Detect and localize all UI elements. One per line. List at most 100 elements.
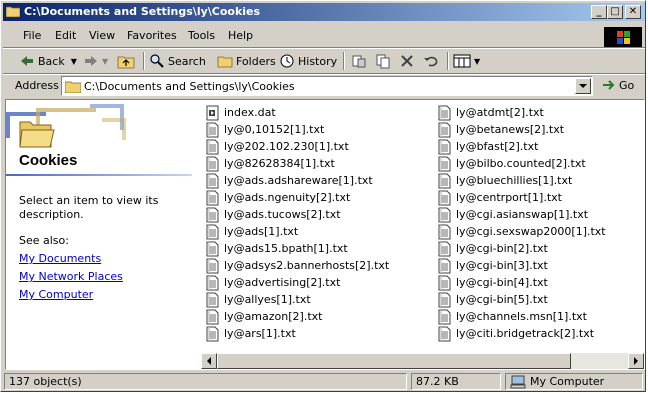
file-item[interactable]: ly@bilbo.counted[2].txt — [438, 155, 586, 172]
menu-file[interactable]: File — [23, 29, 41, 42]
file-item[interactable]: ly@citi.bridgetrack[2].txt — [438, 325, 594, 342]
file-item[interactable]: ly@channels.msn[1].txt — [438, 308, 587, 325]
file-item[interactable]: ly@cgi-bin[2].txt — [438, 240, 548, 257]
menu-edit[interactable]: Edit — [55, 29, 76, 42]
file-name: ly@ads.ngenuity[2].txt — [224, 191, 351, 204]
text-file-icon — [438, 105, 451, 120]
move-to-icon — [352, 55, 366, 68]
file-item[interactable]: ly@betanews[2].txt — [438, 121, 564, 138]
file-name: ly@citi.bridgetrack[2].txt — [456, 327, 595, 340]
file-item[interactable]: ly@82628384[1].txt — [206, 155, 335, 172]
file-item[interactable]: ly@amazon[2].txt — [206, 308, 322, 325]
text-file-icon — [206, 258, 219, 273]
file-item[interactable]: ly@ads.adshareware[1].txt — [206, 172, 373, 189]
file-item[interactable]: ly@ads.tucows[2].txt — [206, 206, 341, 223]
maximize-button[interactable]: □ — [607, 5, 623, 19]
delete-button[interactable] — [399, 52, 418, 70]
chevron-down-icon — [579, 84, 587, 88]
back-arrow-icon — [21, 56, 33, 66]
file-name: ly@atdmt[2].txt — [456, 106, 544, 119]
file-item[interactable]: ly@cgi.sexswap2000[1].txt — [438, 223, 606, 240]
file-item[interactable]: ly@ads[1].txt — [206, 223, 298, 240]
file-name: ly@allyes[1].txt — [224, 293, 311, 306]
file-item[interactable]: ly@cgi-bin[5].txt — [438, 291, 548, 308]
file-name: index.dat — [224, 106, 276, 119]
close-button[interactable]: ✕ — [625, 5, 641, 19]
scroll-left-button[interactable] — [201, 353, 217, 369]
move-to-button[interactable] — [351, 52, 370, 70]
up-button[interactable] — [117, 52, 138, 70]
status-size: 87.2 KB — [411, 373, 501, 390]
status-zone: My Computer — [505, 373, 643, 390]
address-dropdown-button[interactable] — [575, 78, 591, 94]
menu-favorites[interactable]: Favorites — [127, 29, 177, 42]
text-file-icon — [438, 241, 451, 256]
forward-arrow-icon — [85, 56, 97, 66]
folders-button[interactable]: Folders — [217, 52, 276, 70]
scroll-thumb[interactable] — [217, 353, 571, 369]
text-file-icon — [438, 173, 451, 188]
back-button[interactable]: Back ▼ — [19, 52, 77, 70]
search-button[interactable]: Search — [149, 52, 206, 70]
file-item[interactable]: ly@cgi.asianswap[1].txt — [438, 206, 588, 223]
file-item[interactable]: ly@advertising[2].txt — [206, 274, 340, 291]
go-button[interactable]: Go — [601, 78, 634, 92]
address-input[interactable]: C:\Documents and Settings\ly\Cookies — [61, 76, 593, 96]
file-item[interactable]: ly@bluechillies[1].txt — [438, 172, 572, 189]
my-computer-icon — [510, 375, 526, 388]
minimize-button[interactable]: _ — [591, 5, 607, 19]
link-my-network-places[interactable]: My Network Places — [19, 270, 123, 283]
file-item[interactable]: ly@cgi-bin[3].txt — [438, 257, 548, 274]
text-file-icon — [438, 207, 451, 222]
copy-to-button[interactable] — [375, 52, 394, 70]
file-item[interactable]: ly@ars[1].txt — [206, 325, 296, 342]
file-item[interactable]: ly@adsys2.bannerhosts[2].txt — [206, 257, 389, 274]
text-file-icon — [206, 139, 219, 154]
file-item[interactable]: ly@bfast[2].txt — [438, 138, 538, 155]
file-name: ly@ads.adshareware[1].txt — [224, 174, 373, 187]
status-bar: 137 object(s) 87.2 KB My Computer — [3, 372, 645, 391]
file-item[interactable]: ly@202.102.230[1].txt — [206, 138, 349, 155]
text-file-icon — [438, 309, 451, 324]
file-item[interactable]: ly@allyes[1].txt — [206, 291, 311, 308]
file-name: ly@cgi.asianswap[1].txt — [456, 208, 589, 221]
file-name: ly@82628384[1].txt — [224, 157, 335, 170]
forward-dropdown-icon[interactable]: ▼ — [102, 57, 108, 66]
file-item[interactable]: ly@centrport[1].txt — [438, 189, 562, 206]
back-dropdown-icon[interactable]: ▼ — [71, 57, 77, 66]
text-file-icon — [438, 326, 451, 341]
title-bar[interactable]: C:\Documents and Settings\ly\Cookies _ □… — [3, 3, 645, 21]
file-item[interactable]: ly@0,10152[1].txt — [206, 121, 324, 138]
folders-icon — [217, 56, 233, 68]
text-file-icon — [438, 292, 451, 307]
file-name: ly@channels.msn[1].txt — [456, 310, 587, 323]
file-name: ly@cgi-bin[4].txt — [456, 276, 548, 289]
file-name: ly@bluechillies[1].txt — [456, 174, 573, 187]
address-label: Address — [15, 79, 59, 92]
history-button[interactable]: History — [279, 52, 337, 70]
file-item[interactable]: ly@ads.ngenuity[2].txt — [206, 189, 350, 206]
text-file-icon — [206, 292, 219, 307]
file-item[interactable]: ly@atdmt[2].txt — [438, 104, 544, 121]
search-icon — [150, 54, 164, 68]
file-item[interactable]: ly@cgi-bin[4].txt — [438, 274, 548, 291]
menu-tools[interactable]: Tools — [188, 29, 215, 42]
file-name: ly@ads[1].txt — [224, 225, 299, 238]
forward-button[interactable]: ▼ — [83, 52, 108, 70]
file-item[interactable]: ly@ads15.bpath[1].txt — [206, 240, 348, 257]
menu-view[interactable]: View — [89, 29, 115, 42]
toolbar-separator — [447, 52, 449, 70]
file-item[interactable]: index.dat — [206, 104, 276, 121]
horizontal-scrollbar[interactable] — [201, 353, 644, 369]
menu-help[interactable]: Help — [228, 29, 253, 42]
file-name: ly@ads15.bpath[1].txt — [224, 242, 348, 255]
link-my-computer[interactable]: My Computer — [19, 288, 93, 301]
views-dropdown-icon[interactable]: ▼ — [474, 57, 480, 66]
views-button[interactable]: ▼ — [453, 52, 480, 70]
see-also-label: See also: — [19, 234, 69, 247]
text-file-icon — [206, 309, 219, 324]
scroll-right-button[interactable] — [628, 353, 644, 369]
undo-button[interactable] — [423, 52, 442, 70]
link-my-documents[interactable]: My Documents — [19, 252, 101, 265]
arrow-right-icon — [634, 357, 638, 365]
